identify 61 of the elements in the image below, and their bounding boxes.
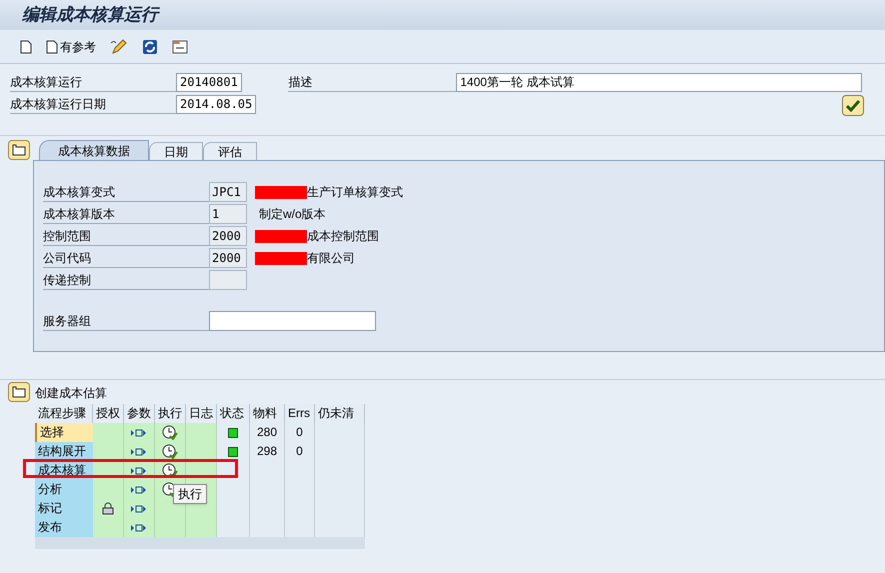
field-description: 有限公司 <box>307 250 355 267</box>
parameter-icon <box>131 504 147 512</box>
document-icon <box>46 40 58 54</box>
description-field[interactable]: 1400第一轮 成本试算 <box>456 73 862 92</box>
folder-button[interactable] <box>172 38 188 54</box>
table-cell: 0 <box>285 442 315 461</box>
readonly-field: 2000 <box>209 226 247 246</box>
checkmark-icon <box>846 100 860 112</box>
parameter-icon <box>131 524 147 532</box>
refresh-icon <box>142 38 158 54</box>
table-cell <box>285 518 315 537</box>
step-cell[interactable]: 选择 <box>35 423 93 442</box>
field-description: 成本控制范围 <box>307 228 379 245</box>
tooltip: 执行 <box>173 484 207 504</box>
parameter-icon <box>131 466 147 474</box>
folder-icon <box>172 38 188 54</box>
table-cell: 280 <box>250 423 285 442</box>
folder-icon <box>12 386 26 398</box>
input-field[interactable]: 20140801 <box>176 73 242 92</box>
field-description: 生产订单核算变式 <box>307 184 403 201</box>
edit-button[interactable] <box>110 38 128 54</box>
section-title: 创建成本估算 <box>35 385 108 402</box>
input-field[interactable] <box>209 311 376 331</box>
document-button[interactable] <box>20 40 32 54</box>
document-icon <box>20 40 32 54</box>
step-cell[interactable]: 分析 <box>35 480 93 499</box>
document-button[interactable]: 有参考 <box>46 38 96 56</box>
tab[interactable]: 评估 <box>203 142 257 160</box>
folder-icon <box>12 144 26 156</box>
table-cell <box>217 518 250 537</box>
table-cell <box>315 518 365 537</box>
table-cell: 298 <box>250 442 285 461</box>
readonly-field <box>209 270 247 290</box>
parameter-icon <box>131 486 147 494</box>
readonly-field: JPC1 <box>209 182 247 202</box>
tab[interactable]: 成本核算数据 <box>39 140 149 160</box>
parameter-icon <box>131 448 147 456</box>
readonly-field: 2000 <box>209 248 247 268</box>
clock-check-icon <box>162 425 178 440</box>
table-cell <box>250 518 285 537</box>
table-cell: 0 <box>285 423 315 442</box>
table-cell <box>217 480 250 499</box>
refresh-button[interactable] <box>142 38 158 54</box>
toggle-button[interactable] <box>8 140 30 160</box>
field-label: 成本核算运行 <box>10 73 176 92</box>
input-field[interactable]: 2014.08.05 <box>176 95 256 114</box>
toggle-button[interactable] <box>8 382 30 402</box>
confirm-button[interactable] <box>842 95 864 116</box>
field-description: 制定w/o版本 <box>259 206 326 223</box>
step-cell[interactable]: 发布 <box>35 518 93 537</box>
window-title: 编辑成本核算运行 <box>22 4 158 26</box>
field-label: 成本核算运行日期 <box>10 95 176 114</box>
clock-check-icon <box>162 463 178 478</box>
parameter-icon <box>131 428 147 436</box>
tab[interactable]: 日期 <box>149 142 203 160</box>
field-label: 描述 <box>288 73 456 92</box>
step-cell[interactable]: 标记 <box>35 499 93 518</box>
pencil-icon <box>110 38 128 54</box>
table-cell <box>186 518 217 537</box>
readonly-field: 1 <box>209 204 247 224</box>
clock-check-icon <box>162 444 178 459</box>
